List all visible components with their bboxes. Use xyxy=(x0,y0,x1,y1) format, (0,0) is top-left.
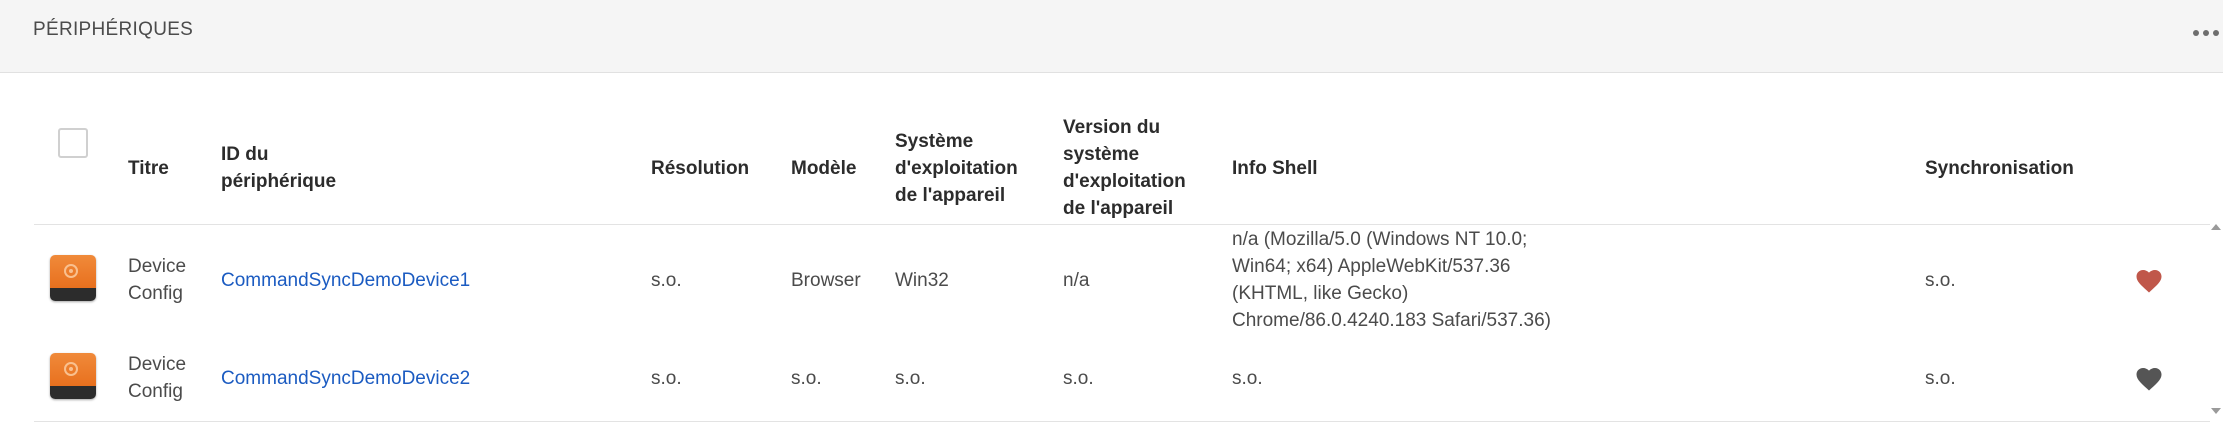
column-header-device-id[interactable]: ID du périphérique xyxy=(221,112,336,224)
sync-value: s.o. xyxy=(1925,367,1956,389)
column-header-model[interactable]: Modèle xyxy=(791,112,856,224)
cell-model: s.o. xyxy=(791,335,822,421)
column-header-os-version[interactable]: Version du système d'exploitation de l'a… xyxy=(1063,112,1186,224)
column-header-os[interactable]: Système d'exploitation de l'appareil xyxy=(895,112,1018,224)
cell-shell-info: n/a (Mozilla/5.0 (Windows NT 10.0; Win64… xyxy=(1232,225,1551,335)
os-value: Win32 xyxy=(895,269,949,291)
table-row[interactable]: Device Config CommandSyncDemoDevice1 s.o… xyxy=(34,224,2210,336)
table-row[interactable]: Device Config CommandSyncDemoDevice2 s.o… xyxy=(34,335,2210,422)
heart-icon[interactable] xyxy=(2134,265,2164,295)
cell-sync: s.o. xyxy=(1925,335,1956,421)
gear-icon xyxy=(64,362,78,376)
select-all-checkbox[interactable] xyxy=(58,128,88,158)
cell-shell-info: s.o. xyxy=(1232,335,1263,421)
column-header-sync-label: Synchronisation xyxy=(1925,157,2074,179)
dot-icon xyxy=(2213,30,2219,36)
column-header-title[interactable]: Titre xyxy=(128,112,169,224)
column-header-os-version-label: Version du système d'exploitation de l'a… xyxy=(1063,117,1186,219)
shell-info-value: s.o. xyxy=(1232,367,1263,389)
scroll-down-icon[interactable] xyxy=(2211,408,2221,414)
device-title: Device Config xyxy=(128,354,187,402)
column-header-title-label: Titre xyxy=(128,157,169,179)
cell-model: Browser xyxy=(791,225,861,335)
vertical-scrollbar[interactable] xyxy=(2211,222,2223,422)
cell-os-version: s.o. xyxy=(1063,335,1094,421)
cell-os: s.o. xyxy=(895,335,926,421)
column-header-shell-info-label: Info Shell xyxy=(1232,157,1318,179)
device-icon xyxy=(50,255,96,301)
shell-info-value: n/a (Mozilla/5.0 (Windows NT 10.0; Win64… xyxy=(1232,229,1551,331)
device-title: Device Config xyxy=(128,256,187,304)
cell-os-version: n/a xyxy=(1063,225,1089,335)
model-value: s.o. xyxy=(791,367,822,389)
os-version-value: n/a xyxy=(1063,269,1090,291)
cell-os: Win32 xyxy=(895,225,949,335)
column-header-device-id-label: ID du périphérique xyxy=(221,144,337,192)
column-header-shell-info[interactable]: Info Shell xyxy=(1232,112,1318,224)
resolution-value: s.o. xyxy=(651,367,682,389)
cell-resolution: s.o. xyxy=(651,335,682,421)
cell-resolution: s.o. xyxy=(651,225,682,335)
table-header xyxy=(34,0,2210,112)
scroll-up-icon[interactable] xyxy=(2211,224,2221,230)
gear-icon xyxy=(64,264,78,278)
column-header-resolution[interactable]: Résolution xyxy=(651,112,749,224)
cell-device-id: CommandSyncDemoDevice1 xyxy=(221,225,470,335)
device-id-link[interactable]: CommandSyncDemoDevice2 xyxy=(221,365,470,392)
column-header-os-label: Système d'exploitation de l'appareil xyxy=(895,130,1018,206)
device-icon xyxy=(50,353,96,399)
cell-device-id: CommandSyncDemoDevice2 xyxy=(221,335,470,421)
cell-title: Device Config xyxy=(128,225,186,335)
os-value: s.o. xyxy=(895,367,926,389)
device-id-link[interactable]: CommandSyncDemoDevice1 xyxy=(221,267,470,294)
sync-value: s.o. xyxy=(1925,269,1956,291)
table-header-row: Titre ID du périphérique Résolution Modè… xyxy=(34,112,2210,224)
heart-icon[interactable] xyxy=(2134,363,2164,393)
model-value: Browser xyxy=(791,269,861,291)
column-header-model-label: Modèle xyxy=(791,157,857,179)
column-header-resolution-label: Résolution xyxy=(651,157,750,179)
cell-sync: s.o. xyxy=(1925,225,1956,335)
os-version-value: s.o. xyxy=(1063,367,1094,389)
column-header-sync[interactable]: Synchronisation xyxy=(1925,112,2074,224)
cell-title: Device Config xyxy=(128,335,186,421)
resolution-value: s.o. xyxy=(651,269,682,291)
